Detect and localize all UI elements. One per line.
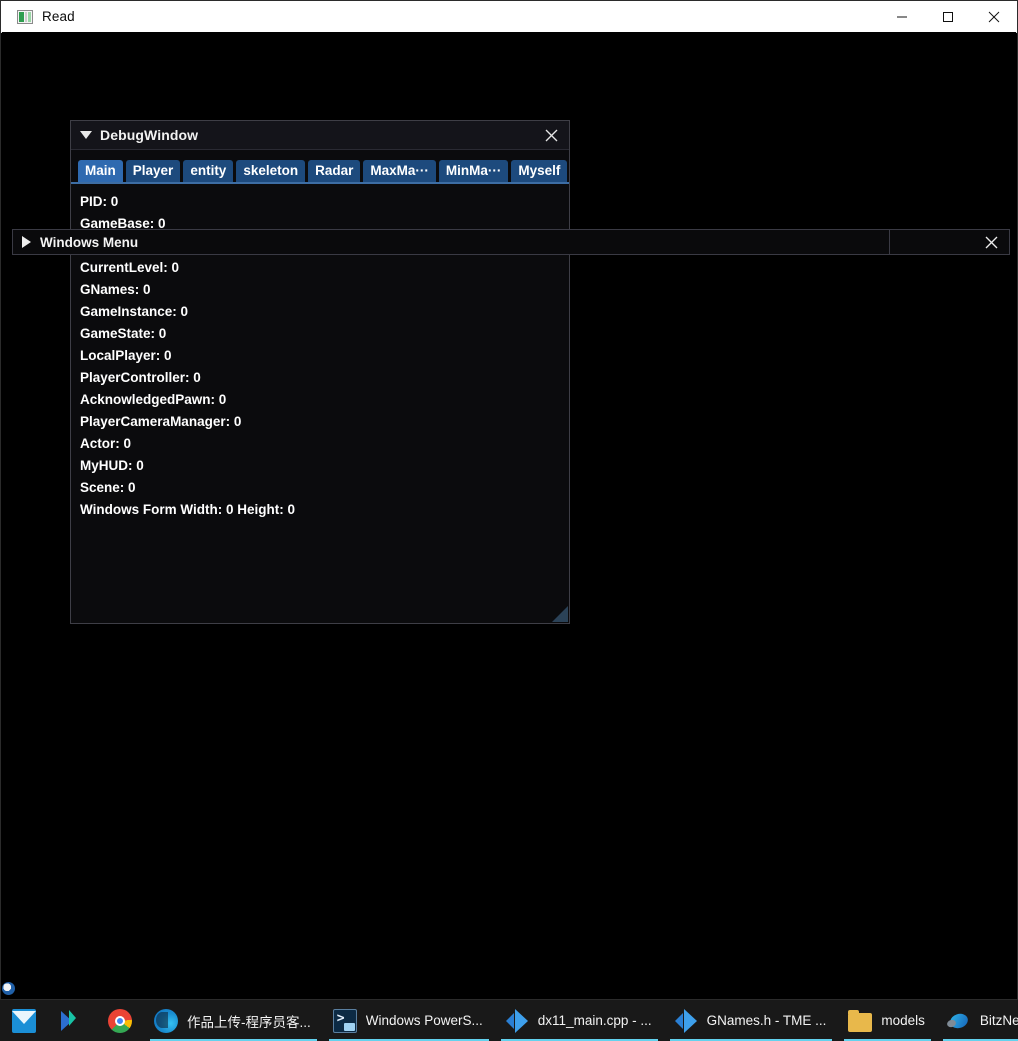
debug-row: Windows Form Width: 0 Height: 0 bbox=[80, 502, 295, 517]
taskbar-pinned-arrow-app[interactable] bbox=[48, 1000, 96, 1041]
resize-grip[interactable] bbox=[552, 606, 568, 622]
edge-icon bbox=[154, 1008, 178, 1033]
taskbar-item-edge[interactable]: 作品上传-程序员客... bbox=[144, 1000, 323, 1041]
window-client-area: DebugWindow Main Player entity skeleton Rada… bbox=[2, 32, 1016, 998]
window-controls bbox=[879, 1, 1017, 32]
window-title: Read bbox=[42, 9, 75, 24]
debug-window-tabbar[interactable]: Main Player entity skeleton Radar MaxMa··· Min… bbox=[71, 150, 569, 184]
debug-tab-myself[interactable]: Myself bbox=[511, 160, 568, 182]
taskbar-pinned-mail[interactable] bbox=[0, 1000, 48, 1041]
debug-row: PID: 0 bbox=[80, 194, 119, 209]
triangle-right-icon[interactable] bbox=[22, 236, 31, 248]
windows-menu-bar[interactable]: Windows Menu bbox=[12, 229, 1010, 255]
taskbar-item-label: BitzNe bbox=[979, 1013, 1018, 1028]
debug-row: AcknowledgedPawn: 0 bbox=[80, 392, 227, 407]
debug-tab-player[interactable]: Player bbox=[125, 160, 181, 182]
powershell-icon bbox=[332, 1008, 357, 1033]
taskbar-pinned-chrome[interactable] bbox=[96, 1000, 144, 1041]
explorer-models-icon bbox=[848, 1009, 873, 1032]
taskbar: 作品上传-程序员客... Windows PowerS... dx11_main.c… bbox=[0, 1000, 1018, 1041]
debug-row: PlayerCameraManager: 0 bbox=[80, 414, 242, 429]
document-icon bbox=[17, 9, 33, 24]
taskbar-item-explorer-models[interactable]: models bbox=[838, 1000, 937, 1041]
taskbar-item-label: dx11_main.cpp - ... bbox=[537, 1013, 652, 1028]
taskbar-item-bitznet[interactable]: BitzNe bbox=[937, 1000, 1018, 1041]
close-button[interactable] bbox=[971, 1, 1017, 32]
debug-tab-main[interactable]: Main bbox=[78, 160, 123, 182]
debug-tab-skeleton[interactable]: skeleton bbox=[236, 160, 306, 182]
vscode-gnames-icon bbox=[674, 1008, 698, 1033]
debug-row: MyHUD: 0 bbox=[80, 458, 144, 473]
chrome-icon bbox=[108, 1008, 132, 1033]
arrow-app-icon bbox=[60, 1009, 84, 1033]
windows-menu-divider bbox=[889, 230, 890, 254]
debug-tab-maxma[interactable]: MaxMa··· bbox=[363, 160, 436, 182]
debug-window-title: DebugWindow bbox=[100, 127, 199, 143]
windows-menu-title: Windows Menu bbox=[40, 234, 139, 250]
debug-row: GameState: 0 bbox=[80, 326, 167, 341]
minimize-button[interactable] bbox=[879, 1, 925, 32]
taskbar-item-label: 作品上传-程序员客... bbox=[187, 1014, 311, 1030]
taskbar-item-label: Windows PowerS... bbox=[365, 1013, 483, 1028]
debug-tab-entity[interactable]: entity bbox=[183, 160, 234, 182]
debug-row: GameInstance: 0 bbox=[80, 304, 189, 319]
taskbar-item-label: GNames.h - TME ... bbox=[706, 1013, 827, 1028]
debug-row: GNames: 0 bbox=[80, 282, 151, 297]
debug-window-titlebar[interactable]: DebugWindow bbox=[71, 121, 569, 150]
app-window: Read DebugWindow Main Player entity skel… bbox=[0, 0, 1018, 1000]
window-titlebar: Read bbox=[1, 1, 1017, 33]
taskbar-item-vscode-dx11[interactable]: dx11_main.cpp - ... bbox=[495, 1000, 664, 1041]
taskbar-item-label: models bbox=[881, 1013, 925, 1028]
maximize-button[interactable] bbox=[925, 1, 971, 32]
debug-row: LocalPlayer: 0 bbox=[80, 348, 172, 363]
debug-window-close-icon[interactable] bbox=[541, 125, 561, 145]
debug-row: CurrentLevel: 0 bbox=[80, 260, 180, 275]
taskbar-item-powershell[interactable]: Windows PowerS... bbox=[323, 1000, 495, 1041]
debug-row: Actor: 0 bbox=[80, 436, 132, 451]
debug-window[interactable]: DebugWindow Main Player entity skeleton Rada… bbox=[70, 120, 570, 624]
bitznet-icon bbox=[947, 1009, 971, 1033]
taskbar-item-vscode-gnames[interactable]: GNames.h - TME ... bbox=[664, 1000, 839, 1041]
triangle-down-icon[interactable] bbox=[80, 131, 92, 139]
debug-tab-radar[interactable]: Radar bbox=[308, 160, 361, 182]
debug-row: Scene: 0 bbox=[80, 480, 136, 495]
screen: Virt数\说c人toA说trltltItrt王g了了了了leppa.c.hp … bbox=[0, 0, 1018, 1041]
mail-icon bbox=[12, 1008, 36, 1033]
vscode-dx11-icon bbox=[505, 1008, 529, 1033]
windows-menu-close-icon[interactable] bbox=[982, 233, 1000, 251]
debug-tab-minma[interactable]: MinMa··· bbox=[438, 160, 509, 182]
tray-overlay-icon bbox=[2, 982, 15, 995]
debug-row: PlayerController: 0 bbox=[80, 370, 201, 385]
